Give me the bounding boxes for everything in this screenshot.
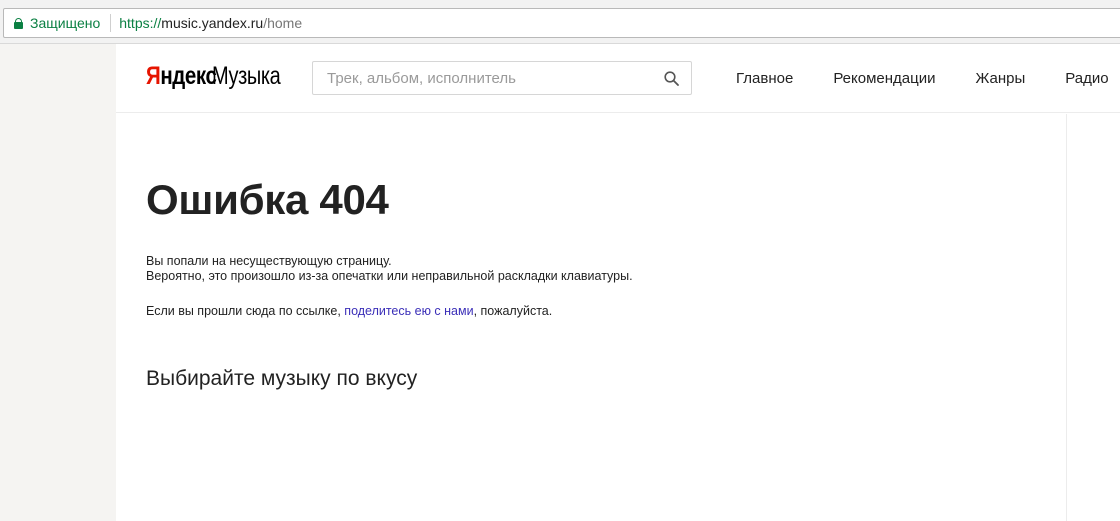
nav-item-radio[interactable]: Радио xyxy=(1065,70,1108,87)
main-nav: Главное Рекомендации Жанры Радио xyxy=(736,44,1109,113)
address-bar[interactable]: Защищено https://music.yandex.ru/home xyxy=(3,8,1120,38)
logo-yandex: Яндекс xyxy=(146,62,217,91)
share-link[interactable]: поделитесь ею с нами xyxy=(344,304,473,318)
error-message-line-3: Если вы прошли сюда по ссылке, поделитес… xyxy=(146,304,552,318)
nav-item-recommendations[interactable]: Рекомендации xyxy=(833,70,935,87)
search-icon[interactable] xyxy=(664,71,679,86)
line3-before: Если вы прошли сюда по ссылке, xyxy=(146,304,345,318)
address-divider xyxy=(110,14,112,32)
secure-label[interactable]: Защищено xyxy=(30,15,100,31)
line3-after: , пожалуйста. xyxy=(473,304,553,318)
search-box xyxy=(312,61,692,95)
error-message-line-1: Вы попали на несуществующую страницу. xyxy=(146,254,392,268)
yandex-music-logo[interactable]: Яндекс Музыка xyxy=(146,62,297,92)
url-host: music.yandex.ru xyxy=(161,15,264,31)
page-title: Ошибка 404 xyxy=(146,176,389,223)
error-message-line-2: Вероятно, это произошло из-за опечатки и… xyxy=(146,269,633,283)
url-scheme: https:// xyxy=(119,15,162,31)
logo-music: Музыка xyxy=(212,62,281,90)
site-header: Яндекс Музыка Главное Рекомендации Жанры… xyxy=(116,44,1120,113)
browser-toolbar: Защищено https://music.yandex.ru/home xyxy=(0,0,1120,44)
url-text[interactable]: https://music.yandex.ru/home xyxy=(119,15,302,31)
url-path: /home xyxy=(263,15,303,31)
search-input[interactable] xyxy=(313,62,653,94)
logo-yandex-first: Я xyxy=(146,62,161,90)
page: Яндекс Музыка Главное Рекомендации Жанры… xyxy=(116,44,1120,521)
logo-yandex-rest: ндекс xyxy=(160,62,217,90)
nav-item-genres[interactable]: Жанры xyxy=(975,70,1025,87)
section-title: Выбирайте музыку по вкусу xyxy=(146,367,418,390)
nav-item-main[interactable]: Главное xyxy=(736,70,793,87)
lock-icon[interactable] xyxy=(14,17,23,29)
content-divider xyxy=(1066,114,1067,521)
